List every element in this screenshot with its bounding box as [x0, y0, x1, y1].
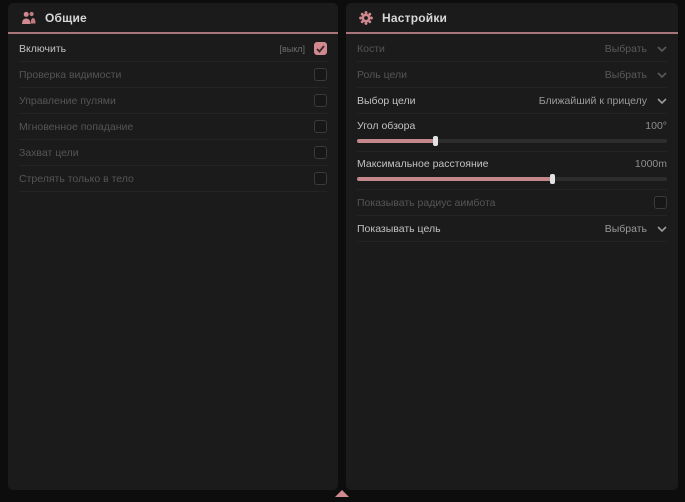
- slider[interactable]: [357, 177, 667, 181]
- keybind-label: [выкл]: [279, 44, 305, 54]
- checkbox[interactable]: [314, 146, 327, 159]
- panel-general-header: Общие: [8, 3, 338, 34]
- settings-row: Роль цели Выбрать: [357, 62, 667, 88]
- settings-row: Включить [выкл]: [19, 36, 327, 62]
- row-control: Выбрать: [605, 43, 667, 55]
- row-control: [314, 120, 327, 133]
- row-label: Проверка видимости: [19, 69, 121, 81]
- row-label: Угол обзора: [357, 120, 415, 132]
- slider-thumb[interactable]: [433, 136, 438, 146]
- row-label: Включить: [19, 43, 66, 55]
- slider-value: 1000m: [635, 158, 667, 170]
- slider-value: 100°: [645, 120, 667, 132]
- panel-settings-body: Кости Выбрать Роль цели Выбрать Выбор цели Бл…: [346, 34, 678, 242]
- row-control: [314, 172, 327, 185]
- row-label: Показывать радиус аимбота: [357, 197, 496, 209]
- settings-row: Выбор цели Ближайший к прицелу: [357, 88, 667, 114]
- dropdown[interactable]: Выбрать: [605, 223, 667, 235]
- checkbox[interactable]: [314, 42, 327, 55]
- chevron-down-icon: [657, 46, 667, 52]
- settings-row: Максимальное расстояние 1000m: [357, 152, 667, 190]
- row-label: Выбор цели: [357, 95, 416, 107]
- row-label: Мгновенное попадание: [19, 121, 133, 133]
- slider[interactable]: [357, 139, 667, 143]
- dropdown[interactable]: Выбрать: [605, 69, 667, 81]
- expand-arrow-icon[interactable]: [335, 490, 349, 497]
- dropdown-value: Выбрать: [605, 69, 647, 81]
- checkbox[interactable]: [314, 120, 327, 133]
- row-label: Стрелять только в тело: [19, 173, 134, 185]
- panel-title: Настройки: [382, 11, 447, 25]
- panel-title: Общие: [45, 11, 87, 25]
- dropdown[interactable]: Выбрать: [605, 43, 667, 55]
- row-control: Выбрать: [605, 69, 667, 81]
- settings-row: Управление пулями: [19, 88, 327, 114]
- row-control: Выбрать: [605, 223, 667, 235]
- dropdown-value: Ближайший к прицелу: [539, 95, 647, 107]
- chevron-down-icon: [657, 226, 667, 232]
- panel-general-body: Включить [выкл] Проверка видимости Управлен…: [8, 34, 338, 192]
- slider-thumb[interactable]: [550, 174, 555, 184]
- checkbox[interactable]: [314, 68, 327, 81]
- chevron-down-icon: [657, 72, 667, 78]
- dropdown[interactable]: Ближайший к прицелу: [539, 95, 667, 107]
- chevron-down-icon: [657, 98, 667, 104]
- row-label: Показывать цель: [357, 223, 441, 235]
- row-control: Ближайший к прицелу: [539, 95, 667, 107]
- users-icon: [21, 11, 36, 25]
- row-control: [выкл]: [279, 42, 327, 55]
- row-control: [314, 68, 327, 81]
- checkbox[interactable]: [314, 94, 327, 107]
- settings-row: Показывать цель Выбрать: [357, 216, 667, 242]
- panel-settings-header: Настройки: [346, 3, 678, 34]
- row-control: [314, 146, 327, 159]
- row-label: Кости: [357, 43, 385, 55]
- panel-settings: Настройки Кости Выбрать Роль цели Выбрать Вы…: [346, 3, 678, 490]
- dropdown-value: Выбрать: [605, 43, 647, 55]
- row-control: [654, 196, 667, 209]
- row-label: Максимальное расстояние: [357, 158, 488, 170]
- row-label: Управление пулями: [19, 95, 116, 107]
- row-label: Захват цели: [19, 147, 79, 159]
- row-control: [314, 94, 327, 107]
- checkbox[interactable]: [654, 196, 667, 209]
- settings-row: Показывать радиус аимбота: [357, 190, 667, 216]
- dropdown-value: Выбрать: [605, 223, 647, 235]
- settings-row: Угол обзора 100°: [357, 114, 667, 152]
- check-icon: [316, 45, 325, 53]
- settings-row: Стрелять только в тело: [19, 166, 327, 192]
- settings-row: Кости Выбрать: [357, 36, 667, 62]
- row-label: Роль цели: [357, 69, 407, 81]
- panel-general: Общие Включить [выкл] Проверка видимости Уп…: [8, 3, 338, 490]
- checkbox[interactable]: [314, 172, 327, 185]
- settings-row: Мгновенное попадание: [19, 114, 327, 140]
- gear-icon: [359, 11, 373, 25]
- settings-row: Захват цели: [19, 140, 327, 166]
- settings-row: Проверка видимости: [19, 62, 327, 88]
